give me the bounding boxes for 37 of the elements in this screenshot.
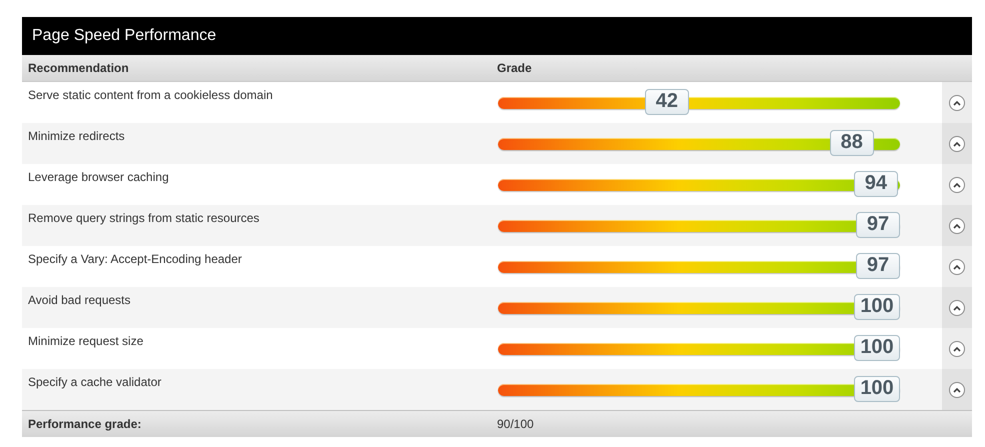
collapse-button[interactable] (949, 258, 965, 274)
caret-up-icon (953, 222, 961, 228)
recommendation-text: Minimize redirects (27, 128, 126, 145)
collapse-button[interactable] (949, 94, 965, 110)
collapse-button[interactable] (949, 382, 965, 398)
caret-up-icon (953, 264, 961, 270)
collapse-button[interactable] (949, 300, 965, 316)
caret-up-icon (953, 140, 961, 146)
grade-marker: 100 (854, 294, 900, 320)
grade-marker: 97 (856, 252, 900, 278)
grade-marker: 88 (830, 130, 874, 156)
caret-up-icon (953, 386, 961, 392)
recommendation-text: Minimize request size (27, 333, 144, 350)
grade-marker: 94 (854, 170, 898, 196)
grade-marker: 42 (644, 88, 689, 114)
caret-up-icon (953, 100, 961, 106)
footer-label: Performance grade: (27, 417, 142, 431)
grade-marker: 100 (854, 334, 900, 360)
caret-up-icon (953, 346, 961, 352)
collapse-button[interactable] (949, 176, 965, 192)
caret-up-icon (953, 304, 961, 310)
recommendation-text: Specify a cache validator (27, 374, 162, 391)
recommendation-text: Remove query strings from static resources (27, 210, 260, 227)
collapse-button[interactable] (949, 218, 965, 234)
recommendation-text: Specify a Vary: Accept-Encoding header (27, 251, 243, 268)
recommendation-text: Serve static content from a cookieless domain (27, 87, 274, 104)
grade-marker: 100 (854, 376, 900, 402)
recommendation-text: Leverage browser caching (27, 169, 170, 186)
panel-title: Page Speed Performance (22, 17, 972, 55)
column-header: Recommendation (27, 61, 130, 75)
grade-marker: 97 (856, 212, 900, 238)
column-header: Grade (496, 61, 533, 75)
recommendation-text: Avoid bad requests (27, 292, 132, 309)
footer-value: 90/100 (496, 417, 535, 431)
collapse-button[interactable] (949, 136, 965, 152)
caret-up-icon (953, 182, 961, 188)
collapse-button[interactable] (949, 340, 965, 356)
